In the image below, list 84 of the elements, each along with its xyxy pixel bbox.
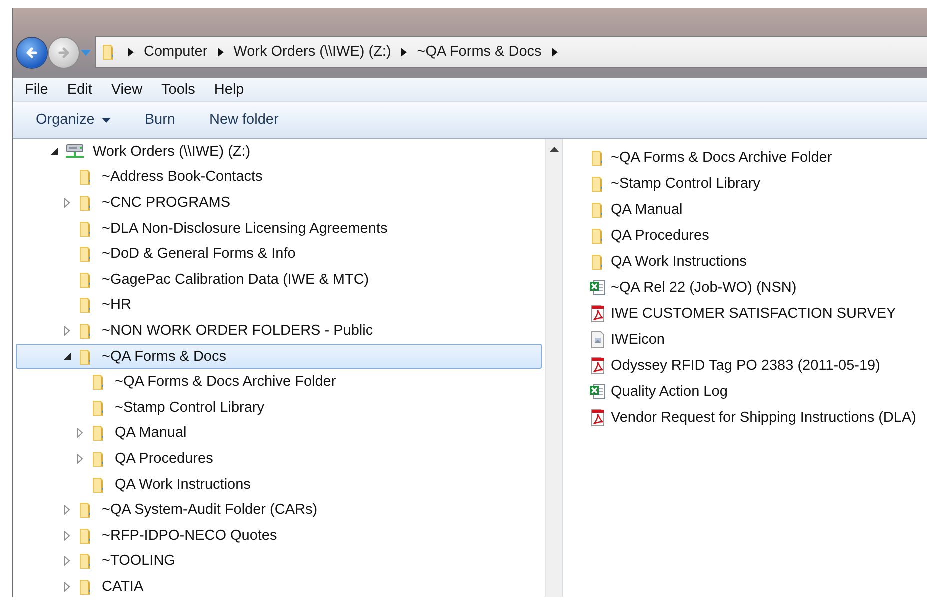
menu-item[interactable]: File [15, 80, 58, 100]
tree-item[interactable]: ~GagePac Calibration Data (IWE & MTC) [16, 266, 542, 293]
folder-content-entry[interactable]: Quality Action Log [566, 379, 927, 405]
menu-item[interactable]: View [101, 80, 152, 100]
tree-item-label: ~QA Forms & Docs Archive Folder [115, 374, 336, 390]
tree-item[interactable]: ~CNC PROGRAMS [16, 190, 542, 216]
tree-item-label: ~NON WORK ORDER FOLDERS - Public [102, 322, 374, 339]
collapsed-arrow-icon[interactable] [64, 556, 70, 566]
tree-item[interactable]: Work Orders (\\IWE) (Z:) [16, 139, 542, 165]
tree-item[interactable]: ~DLA Non-Disclosure Licensing Agreements [16, 216, 542, 242]
spreadsheet-icon [589, 279, 607, 297]
collapsed-arrow-icon[interactable] [77, 428, 83, 438]
collapsed-arrow-icon[interactable] [64, 582, 70, 592]
menu-item[interactable]: Tools [152, 80, 204, 100]
collapsed-arrow-icon[interactable] [64, 198, 70, 208]
folder-content-entry[interactable]: QA Procedures [566, 223, 927, 249]
tree-item[interactable]: CATIA [16, 574, 542, 597]
scrollbar[interactable] [545, 139, 562, 597]
menu-item[interactable]: Help [204, 80, 254, 100]
breadcrumb[interactable]: Work Orders (\\IWE) (Z:) [234, 44, 392, 60]
pdf-icon [589, 305, 607, 323]
tree-item-label: ~DLA Non-Disclosure Licensing Agreements [102, 220, 388, 237]
tree-item-label: CATIA [102, 578, 144, 595]
tree-item[interactable]: ~QA Forms & Docs Archive Folder [16, 369, 542, 395]
pdf-icon [589, 357, 607, 375]
tree-item[interactable]: ~DoD & General Forms & Info [16, 241, 542, 267]
tree-item[interactable]: ~RFP-IDPO-NECO Quotes [16, 522, 542, 548]
folder-content-entry[interactable]: Odyssey RFID Tag PO 2383 (2011-05-19) [566, 353, 927, 379]
tree-item-label: ~QA Forms & Docs [102, 348, 226, 365]
tree-item-label: Work Orders (\\IWE) (Z:) [93, 144, 251, 160]
tree-item-label: ~GagePac Calibration Data (IWE & MTC) [102, 272, 370, 288]
folder-content-entry[interactable]: ~QA Forms & Docs Archive Folder [566, 145, 927, 171]
folder-content-entry[interactable]: IWE CUSTOMER SATISFACTION SURVEY [566, 301, 927, 327]
tree-item[interactable]: ~Stamp Control Library [16, 394, 542, 421]
tree-item[interactable]: ~Address Book-Contacts [16, 164, 542, 190]
tree-item[interactable]: ~HR [16, 292, 542, 318]
tree-item-label: ~QA System-Audit Folder (CARs) [102, 502, 318, 518]
expanded-arrow-icon[interactable] [50, 148, 58, 156]
tree-item-label: ~DoD & General Forms & Info [102, 246, 296, 262]
folder-content-entry[interactable]: QA Work Instructions [566, 249, 927, 275]
tree-item-label: ~TOOLING [102, 553, 176, 570]
tree-item-label: ~HR [102, 297, 132, 314]
tree-item[interactable]: ~NON WORK ORDER FOLDERS - Public [16, 318, 542, 344]
tree-item-label: ~CNC PROGRAMS [102, 194, 231, 211]
spreadsheet-icon [589, 383, 607, 401]
tree-item-label: QA Procedures [115, 450, 214, 467]
toolbar-button[interactable]: New folder [200, 108, 288, 132]
tree-item-label: QA Work Instructions [115, 476, 251, 493]
expanded-arrow-icon[interactable] [64, 353, 70, 360]
tree-item[interactable]: QA Manual [16, 420, 542, 446]
toolbar-button[interactable]: Burn [136, 108, 184, 132]
tree-item[interactable]: QA Procedures [16, 446, 542, 472]
folder-content-entry[interactable]: ~Stamp Control Library [566, 171, 927, 197]
tree-item[interactable]: QA Work Instructions [16, 472, 542, 498]
tree-item-label: ~Stamp Control Library [115, 400, 264, 416]
folder-content-entry[interactable]: IWEicon [566, 327, 927, 353]
tree-item-label: ~RFP-IDPO-NECO Quotes [102, 528, 278, 544]
address-bar[interactable]: Computer Work Orders (\\IWE) (Z:) ~QA Forms & Docs [95, 36, 927, 68]
breadcrumb-arrow-icon[interactable] [218, 48, 224, 56]
pdf-icon [589, 409, 607, 427]
tree-item-label: QA Manual [115, 425, 187, 442]
folder-content-entry[interactable]: Vendor Request for Shipping Instructions (DLA) [566, 405, 927, 431]
collapsed-arrow-icon[interactable] [64, 505, 70, 516]
collapsed-arrow-icon[interactable] [64, 530, 70, 541]
folder-content-entry[interactable]: QA Manual [566, 197, 927, 223]
collapsed-arrow-icon[interactable] [77, 454, 83, 464]
scroll-up-icon[interactable] [550, 147, 558, 152]
back-button[interactable] [17, 38, 47, 68]
tree-item[interactable]: ~QA Forms & Docs [16, 344, 542, 370]
tree-item-label: ~Address Book-Contacts [102, 169, 263, 186]
folder-content-entry[interactable]: ~QA Rel 22 (Job-WO) (NSN) [566, 275, 927, 301]
breadcrumb-arrow-icon[interactable] [552, 48, 558, 56]
dropdown-caret-icon[interactable] [102, 118, 111, 122]
breadcrumb[interactable]: Computer [144, 44, 208, 60]
collapsed-arrow-icon[interactable] [64, 326, 70, 336]
breadcrumb-arrow-icon[interactable] [128, 48, 134, 56]
image-file-icon [589, 331, 607, 349]
network-drive-icon [64, 142, 86, 161]
tree-item[interactable]: ~QA System-Audit Folder (CARs) [16, 497, 542, 523]
toolbar-button[interactable]: Organize [27, 108, 120, 132]
breadcrumb-arrow-icon[interactable] [401, 48, 408, 56]
menu-item[interactable]: Edit [57, 80, 102, 100]
breadcrumb[interactable]: ~QA Forms & Docs [417, 44, 542, 60]
tree-item[interactable]: ~TOOLING [16, 548, 542, 574]
